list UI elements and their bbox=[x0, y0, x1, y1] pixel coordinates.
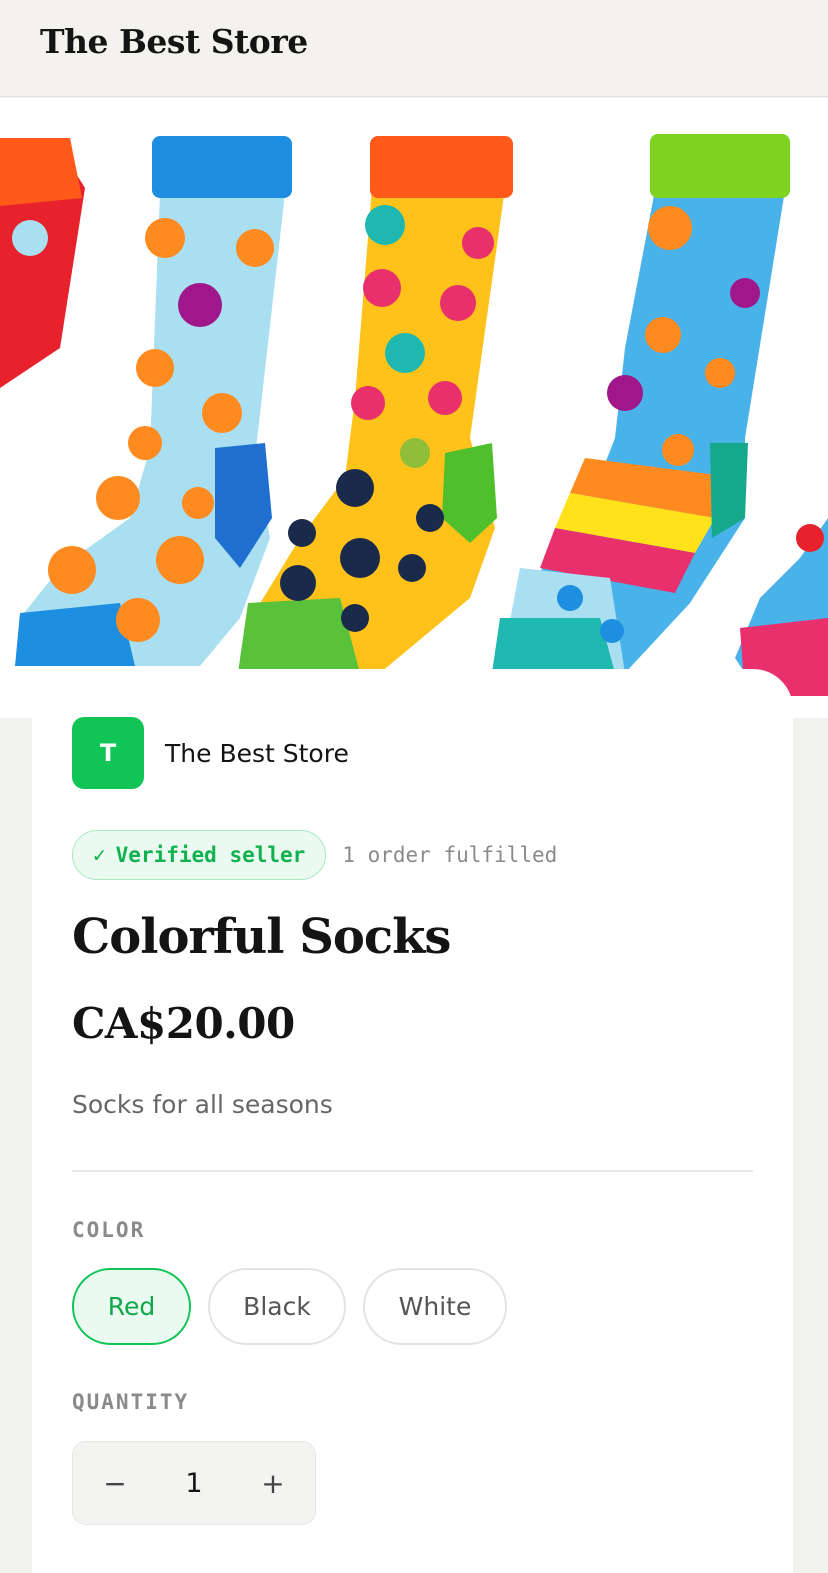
verified-label: Verified seller bbox=[115, 843, 306, 867]
decrement-button[interactable]: − bbox=[103, 1467, 127, 1500]
seller-name[interactable]: The Best Store bbox=[165, 739, 349, 768]
product-description: Socks for all seasons bbox=[72, 1090, 333, 1119]
check-icon: ✓ bbox=[93, 843, 106, 867]
increment-button[interactable]: + bbox=[261, 1467, 285, 1500]
color-option-red[interactable]: Red bbox=[72, 1268, 191, 1345]
product-price: CA$20.00 bbox=[72, 999, 295, 1048]
badge-row: ✓ Verified seller 1 order fulfilled bbox=[72, 830, 557, 880]
store-title[interactable]: The Best Store bbox=[40, 22, 308, 61]
verified-badge: ✓ Verified seller bbox=[72, 830, 327, 880]
color-option-black[interactable]: Black bbox=[208, 1268, 346, 1345]
quantity-value[interactable]: 1 bbox=[185, 1468, 202, 1499]
product-image bbox=[0, 98, 828, 718]
product-card: T The Best Store ✓ Verified seller 1 ord… bbox=[32, 669, 793, 1573]
sock-blue bbox=[492, 134, 790, 673]
product-title: Colorful Socks bbox=[72, 909, 451, 965]
top-bar: The Best Store bbox=[0, 0, 828, 97]
seller-row: T The Best Store bbox=[72, 717, 349, 789]
seller-avatar: T bbox=[72, 717, 144, 789]
color-options: Red Black White bbox=[72, 1268, 507, 1345]
divider bbox=[72, 1170, 753, 1172]
sock-left-partial bbox=[0, 138, 85, 388]
color-option-white[interactable]: White bbox=[363, 1268, 507, 1345]
orders-fulfilled: 1 order fulfilled bbox=[342, 843, 558, 867]
color-label: COLOR bbox=[72, 1218, 146, 1242]
quantity-label: QUANTITY bbox=[72, 1390, 190, 1414]
quantity-stepper: − 1 + bbox=[72, 1441, 316, 1525]
